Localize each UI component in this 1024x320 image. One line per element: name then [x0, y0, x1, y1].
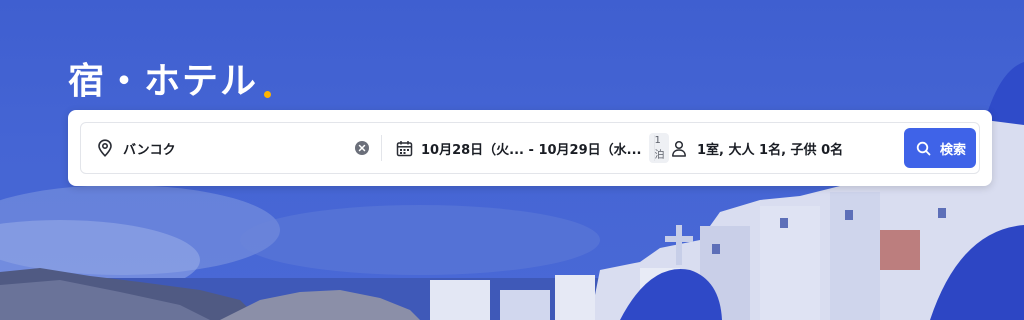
date-range-field[interactable]: 10月28日（火... - 10月29日（水... 1泊 [382, 123, 670, 173]
location-pin-icon [95, 138, 115, 158]
search-button-label: 検索 [939, 142, 966, 158]
destination-field[interactable]: バンコク [81, 123, 381, 173]
search-card: バンコク 10月28日（火... - 10月29日（水... 1泊 1室, 大人… [68, 110, 992, 186]
search-bar: バンコク 10月28日（火... - 10月29日（水... 1泊 1室, 大人… [80, 122, 980, 174]
title-accent-dot [264, 91, 272, 98]
page-title-text: 宿・ホテル [68, 61, 259, 102]
search-button[interactable]: 検索 [904, 128, 976, 168]
page-title: 宿・ホテル [68, 52, 272, 104]
person-icon [669, 138, 689, 158]
guests-value: 1室, 大人 1名, 子供 0名 [697, 142, 844, 158]
search-icon [914, 138, 934, 158]
calendar-icon [396, 138, 413, 158]
destination-value: バンコク [123, 142, 176, 158]
clear-icon[interactable] [355, 141, 369, 155]
date-range-value: 10月28日（火... - 10月29日（水... [421, 142, 642, 158]
